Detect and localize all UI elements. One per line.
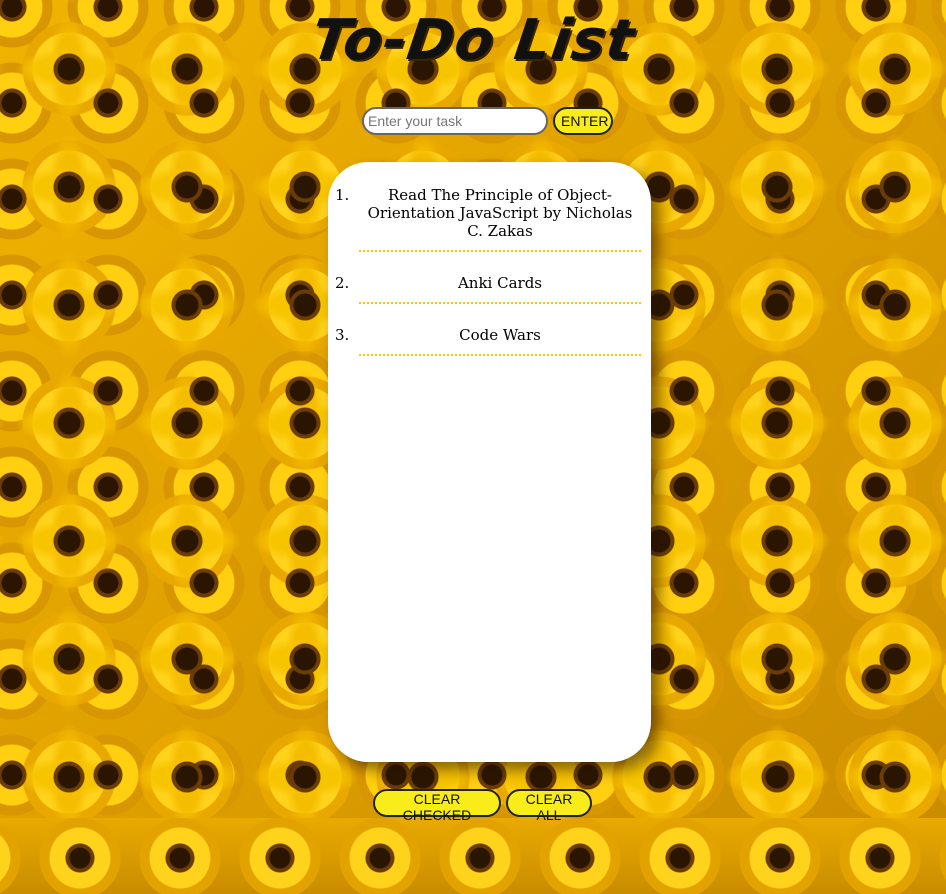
task-number: 3. (335, 326, 350, 344)
enter-button[interactable]: ENTER (553, 107, 613, 135)
clear-all-button[interactable]: CLEAR ALL (506, 789, 592, 823)
task-number: 2. (335, 274, 350, 292)
task-item[interactable]: 3. Code Wars (328, 326, 651, 356)
task-item[interactable]: 1. Read The Principle of Object-Orientat… (328, 186, 651, 252)
task-list: 1. Read The Principle of Object-Orientat… (328, 186, 651, 378)
list-actions: CLEAR CHECKED CLEAR ALL (373, 789, 592, 823)
task-number: 1. (335, 186, 350, 204)
sunflower-background-strip (0, 818, 946, 894)
task-text[interactable]: Read The Principle of Object-Orientation… (359, 186, 641, 252)
task-text[interactable]: Anki Cards (359, 274, 641, 304)
task-entry-form: ENTER (362, 107, 613, 135)
clear-checked-button[interactable]: CLEAR CHECKED (373, 789, 501, 823)
task-item[interactable]: 2. Anki Cards (328, 274, 651, 304)
task-text[interactable]: Code Wars (359, 326, 641, 356)
task-input[interactable] (362, 107, 548, 135)
page-title: To-Do List (307, 8, 639, 73)
task-list-card: 1. Read The Principle of Object-Orientat… (328, 162, 651, 762)
